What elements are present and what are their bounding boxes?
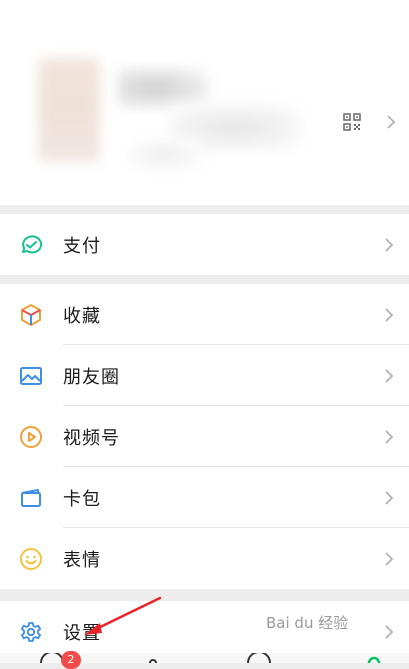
menu-item-favorites-label: 收藏 — [63, 305, 101, 327]
chevron-right-icon — [385, 490, 394, 505]
chevron-right-icon — [385, 624, 394, 639]
card-wallet-icon — [21, 488, 41, 507]
features-group: 收藏 朋友圈 视频号 卡包 表情 — [0, 284, 409, 589]
contacts-tab-icon[interactable] — [146, 655, 160, 663]
menu-item-stickers[interactable]: 表情 — [0, 528, 409, 589]
chevron-right-icon — [385, 551, 394, 566]
pay-group: 支付 — [0, 214, 409, 275]
sticker-smile-icon — [20, 547, 42, 570]
menu-item-favorites[interactable]: 收藏 — [0, 284, 409, 345]
profile-chevron-right-icon — [387, 115, 396, 129]
chevron-right-icon — [385, 307, 394, 322]
avatar[interactable] — [38, 58, 100, 162]
chevron-right-icon — [385, 237, 394, 252]
channels-play-icon — [20, 425, 42, 448]
watermark: Bai du 经验 — [266, 614, 349, 632]
gear-icon — [21, 621, 41, 642]
profile-header[interactable] — [0, 0, 409, 205]
menu-item-stickers-label: 表情 — [63, 549, 101, 571]
me-tab-icon[interactable] — [366, 655, 382, 663]
discover-tab-icon[interactable] — [246, 653, 272, 663]
chats-unread-badge: 2 — [61, 651, 81, 669]
pay-icon — [22, 234, 43, 253]
moments-image-icon — [20, 366, 42, 385]
blurred-status — [130, 140, 200, 170]
menu-item-cards-label: 卡包 — [63, 488, 101, 510]
menu-item-moments-label: 朋友圈 — [63, 366, 120, 388]
menu-item-moments[interactable]: 朋友圈 — [0, 345, 409, 406]
menu-item-pay-label: 支付 — [63, 235, 101, 257]
favorites-cube-icon — [21, 303, 41, 326]
menu-item-channels[interactable]: 视频号 — [0, 406, 409, 467]
menu-item-cards[interactable]: 卡包 — [0, 467, 409, 528]
menu-item-channels-label: 视频号 — [63, 427, 120, 449]
menu-item-pay[interactable]: 支付 — [0, 214, 409, 275]
chevron-right-icon — [385, 368, 394, 383]
blurred-nickname — [118, 68, 208, 108]
chevron-right-icon — [385, 429, 394, 444]
qr-code-icon[interactable] — [343, 113, 361, 131]
annotation-arrow-icon — [84, 596, 162, 635]
